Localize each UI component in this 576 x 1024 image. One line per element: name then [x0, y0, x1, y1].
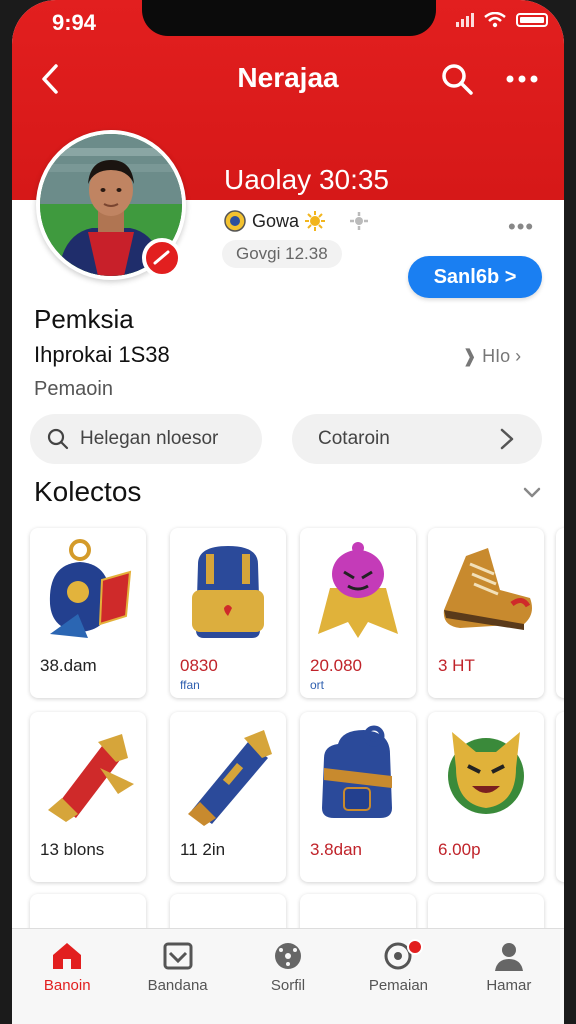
ball-icon: [275, 943, 302, 969]
team-name: Gowa: [252, 210, 300, 231]
search-icon[interactable]: [440, 62, 474, 96]
profile-more-icon[interactable]: •••: [508, 214, 534, 240]
item-price: 6.00p: [438, 840, 481, 859]
tab-label: Hamar: [486, 977, 532, 994]
follow-button[interactable]: Sanl6b >: [408, 256, 542, 298]
tab-target[interactable]: Pemaian: [343, 929, 453, 1024]
collection-card[interactable]: 0830 ffan: [170, 528, 286, 698]
item-price: 38.dam: [40, 656, 97, 675]
collection-card[interactable]: 3.8dan: [300, 712, 416, 882]
collection-card[interactable]: 6.00p: [428, 712, 544, 882]
header-tagline: Uaolay 30:35: [224, 164, 390, 195]
pin-icon: ❱︎: [462, 346, 478, 366]
wifi-icon: [484, 12, 506, 28]
edit-icon: [153, 250, 170, 265]
chevron-down-icon[interactable]: [522, 482, 542, 502]
search-input[interactable]: [78, 427, 252, 451]
profile-side-link[interactable]: ❱︎ HIo ›: [462, 346, 521, 367]
chevron-right-icon: [500, 428, 514, 450]
chevron-right-icon: ›: [515, 346, 522, 366]
section-title: Kolectos: [34, 476, 142, 507]
collection-card[interactable]: 11 2in: [170, 712, 286, 882]
category-filter[interactable]: Cotaroin: [292, 414, 542, 464]
page-title: Nerajaa: [237, 62, 339, 93]
status-time: 9:94: [52, 10, 97, 35]
battery-icon: [516, 13, 548, 27]
item-sub: ort: [310, 678, 325, 692]
mascot-cape-icon: [318, 542, 398, 638]
boot-icon: [443, 548, 532, 630]
collection-card-partial[interactable]: [556, 712, 564, 882]
tab-ball[interactable]: Sorfil: [233, 929, 343, 1024]
profile-role: Pemaoin: [34, 378, 113, 400]
item-price: 13 blons: [40, 840, 105, 859]
item-price: 11 2in: [180, 840, 226, 859]
team-crest-icon: [224, 210, 246, 232]
profile-id: Ihprokai 1S38: [34, 342, 170, 367]
notification-dot: [407, 939, 424, 955]
tab-profile[interactable]: Hamar: [454, 929, 564, 1024]
collection-card[interactable]: 13 blons: [30, 712, 146, 882]
signal-icon: [456, 13, 474, 27]
stat-badge: Govgi 12.38: [222, 240, 342, 268]
backpack-icon: [192, 546, 264, 638]
tab-label: Pemaian: [368, 977, 429, 994]
edit-avatar-button[interactable]: [142, 238, 182, 278]
collection-card[interactable]: 20.080 ort: [300, 528, 416, 698]
bottom-tab-bar: Banoin Bandana Sorfil Pemaian Hamar: [12, 928, 564, 1024]
collection-card[interactable]: 38.dam: [30, 528, 146, 698]
search-field[interactable]: [30, 414, 262, 464]
phone-screen: 9:94 Nerajaa Uaolay 30:35 Gowa ••• Govgi…: [12, 0, 564, 1024]
device-notch: [142, 0, 436, 36]
cat-emblem-icon: [448, 732, 524, 814]
item-price: 0830: [180, 656, 218, 675]
more-options-icon[interactable]: [504, 62, 540, 96]
red-bat-icon: [48, 734, 134, 822]
tab-label: Bandana: [147, 977, 208, 994]
user-icon: [494, 943, 523, 971]
medal-bag-icon: [49, 539, 132, 638]
collection-card-partial[interactable]: [556, 528, 564, 698]
status-icons: [456, 12, 548, 28]
blue-bat-icon: [188, 730, 272, 826]
inbox-icon: [163, 942, 193, 970]
tab-label: Banoin: [43, 977, 91, 994]
settings-gear-icon[interactable]: [347, 211, 371, 231]
sun-badge-icon: [305, 211, 326, 231]
blue-backpack-icon: [322, 725, 392, 818]
item-price: 3.8dan: [310, 840, 362, 859]
tab-label: Sorfil: [270, 977, 306, 994]
side-link-label: HIo: [482, 346, 511, 366]
team-row: Gowa: [224, 210, 371, 232]
home-icon: [53, 943, 82, 969]
item-price: 20.080: [310, 656, 362, 675]
tab-home[interactable]: Banoin: [12, 929, 122, 1024]
collection-card[interactable]: 3 HT: [428, 528, 544, 698]
item-price: 3 HT: [438, 656, 475, 675]
item-sub: ffan: [180, 678, 200, 692]
tab-inbox[interactable]: Bandana: [122, 929, 232, 1024]
search-icon: [47, 428, 69, 450]
profile-name: Pemksia: [34, 304, 134, 334]
filter-label: Cotaroin: [318, 428, 390, 449]
